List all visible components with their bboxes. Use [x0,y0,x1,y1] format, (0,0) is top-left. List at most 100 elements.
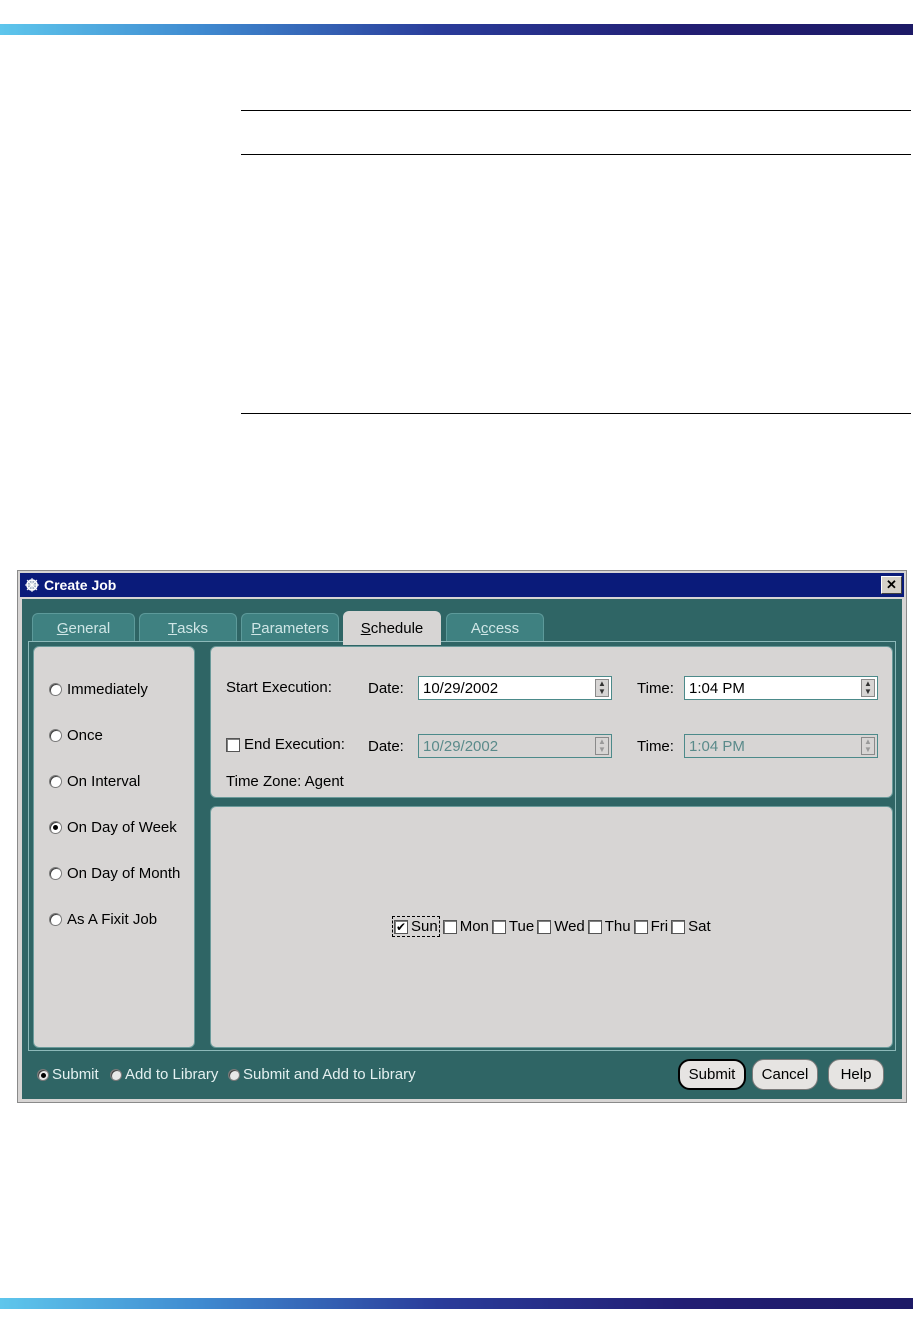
day-sat[interactable]: Sat [671,918,711,935]
day-label: Wed [554,918,585,935]
tab-parameters-key: P [251,620,262,637]
header-decor-band [0,24,913,35]
day-thu[interactable]: Thu [587,918,631,935]
schedule-tab-panel: Immediately Once On Interval On Day of W… [28,641,896,1051]
start-date-label: Date: [368,680,404,697]
radio-label: On Interval [67,773,141,790]
end-date-field: 10/29/2002 ▲ ▼ [418,734,612,758]
checkbox[interactable] [633,919,648,934]
radio-label: Once [67,727,103,744]
submit-button[interactable]: Submit [678,1059,746,1090]
radio-button[interactable] [49,729,62,742]
day-wed[interactable]: Wed [537,918,585,935]
radio-label: As A Fixit Job [67,911,158,928]
tab-parameters[interactable]: Parameters [241,613,339,643]
day-label: Tue [508,918,535,935]
day-mon[interactable]: Mon [442,918,489,935]
close-button[interactable]: ✕ [881,576,902,594]
app-icon [25,578,39,592]
tab-general[interactable]: General [32,613,135,643]
radio-button[interactable] [49,867,62,880]
radio-fixit-job[interactable]: As A Fixit Job [49,911,157,928]
spinner-arrows-icon: ▲ ▼ [595,737,609,755]
radio-button[interactable] [49,683,62,696]
footer-option-submit-and-add[interactable]: Submit and Add to Library [228,1066,416,1083]
radio-button-selected[interactable] [49,821,62,834]
checkbox[interactable] [671,919,686,934]
spinner-arrows-icon[interactable]: ▲ ▼ [595,679,609,697]
radio-label: On Day of Month [67,865,181,882]
radio-once[interactable]: Once [49,727,103,744]
divider-line [241,413,911,414]
radio-on-day-of-month[interactable]: On Day of Month [49,865,180,882]
day-label: Sun [411,918,438,935]
checkbox[interactable] [442,919,457,934]
footer-option-add-to-library[interactable]: Add to Library [110,1066,218,1083]
radio-on-interval[interactable]: On Interval [49,773,140,790]
tab-access-pre: A [470,620,481,637]
execution-panel: Start Execution: Date: 10/29/2002 ▲ ▼ Tim… [210,646,893,798]
day-label: Mon [459,918,489,935]
create-job-dialog: Create Job ✕ General Tasks Parameters Sc… [17,570,907,1103]
day-of-week-panel: ✔ Sun Mon Tue Wed Thu Fri Sat [210,806,893,1048]
spinner-arrows-icon[interactable]: ▲ ▼ [861,679,875,697]
time-zone-label: Time Zone: Agent [226,773,344,790]
start-execution-label: Start Execution: [226,679,332,696]
checkbox-checked[interactable]: ✔ [394,919,408,934]
day-tue[interactable]: Tue [491,918,535,935]
footer-option-label: Submit and Add to Library [243,1066,416,1083]
day-label: Fri [650,918,669,935]
dialog-content: General Tasks Parameters Schedule Ac cess… [22,599,902,1099]
checkbox[interactable] [491,919,506,934]
schedule-type-panel: Immediately Once On Interval On Day of W… [33,646,195,1048]
end-execution-label: End Execution: [244,736,345,753]
tab-access-key: c [480,620,489,637]
footer-option-submit[interactable]: Submit [37,1066,99,1083]
end-execution-checkbox-row[interactable]: End Execution: [226,736,345,753]
tab-access[interactable]: Ac cess [446,613,544,643]
checkbox[interactable] [587,919,602,934]
radio-button[interactable] [49,775,62,788]
end-time-value: 1:04 PM [689,737,745,755]
start-time-value: 1:04 PM [689,679,745,697]
radio-immediately[interactable]: Immediately [49,681,148,698]
footer-option-label: Add to Library [125,1066,219,1083]
start-time-label: Time: [637,680,674,697]
cancel-button[interactable]: Cancel [752,1059,818,1090]
radio-button[interactable] [110,1068,122,1081]
start-time-field[interactable]: 1:04 PM ▲ ▼ [684,676,878,700]
tab-schedule-label: chedule [370,620,424,637]
title-bar: Create Job ✕ [20,573,904,597]
day-of-week-checkboxes: ✔ Sun Mon Tue Wed Thu Fri Sat [392,916,714,937]
tab-schedule[interactable]: Schedule [343,611,441,645]
tab-access-post: cess [488,620,520,637]
radio-label: On Day of Week [67,819,177,836]
day-label: Thu [604,918,631,935]
window-title: Create Job [44,577,117,593]
day-sun[interactable]: ✔ Sun [392,916,440,937]
end-time-field: 1:04 PM ▲ ▼ [684,734,878,758]
radio-button-selected[interactable] [37,1068,49,1081]
radio-button[interactable] [49,913,62,926]
start-date-value: 10/29/2002 [423,679,499,697]
tab-general-key: G [56,620,69,637]
tab-parameters-label: arameters [261,620,329,637]
start-date-field[interactable]: 10/29/2002 ▲ ▼ [418,676,612,700]
end-time-label: Time: [637,738,674,755]
divider-line [241,154,911,155]
tab-general-label: eneral [68,620,111,637]
footer-decor-band [0,1298,913,1309]
end-execution-checkbox[interactable] [226,737,240,752]
radio-button[interactable] [228,1068,240,1081]
close-icon: ✕ [886,577,897,592]
radio-on-day-of-week[interactable]: On Day of Week [49,819,177,836]
help-button[interactable]: Help [828,1059,884,1090]
tab-tasks[interactable]: Tasks [139,613,237,643]
day-fri[interactable]: Fri [633,918,669,935]
tab-schedule-key: S [360,620,371,637]
day-label: Sat [688,918,711,935]
radio-label: Immediately [67,681,148,698]
checkbox[interactable] [537,919,552,934]
divider-line [241,110,911,111]
end-date-value: 10/29/2002 [423,737,499,755]
